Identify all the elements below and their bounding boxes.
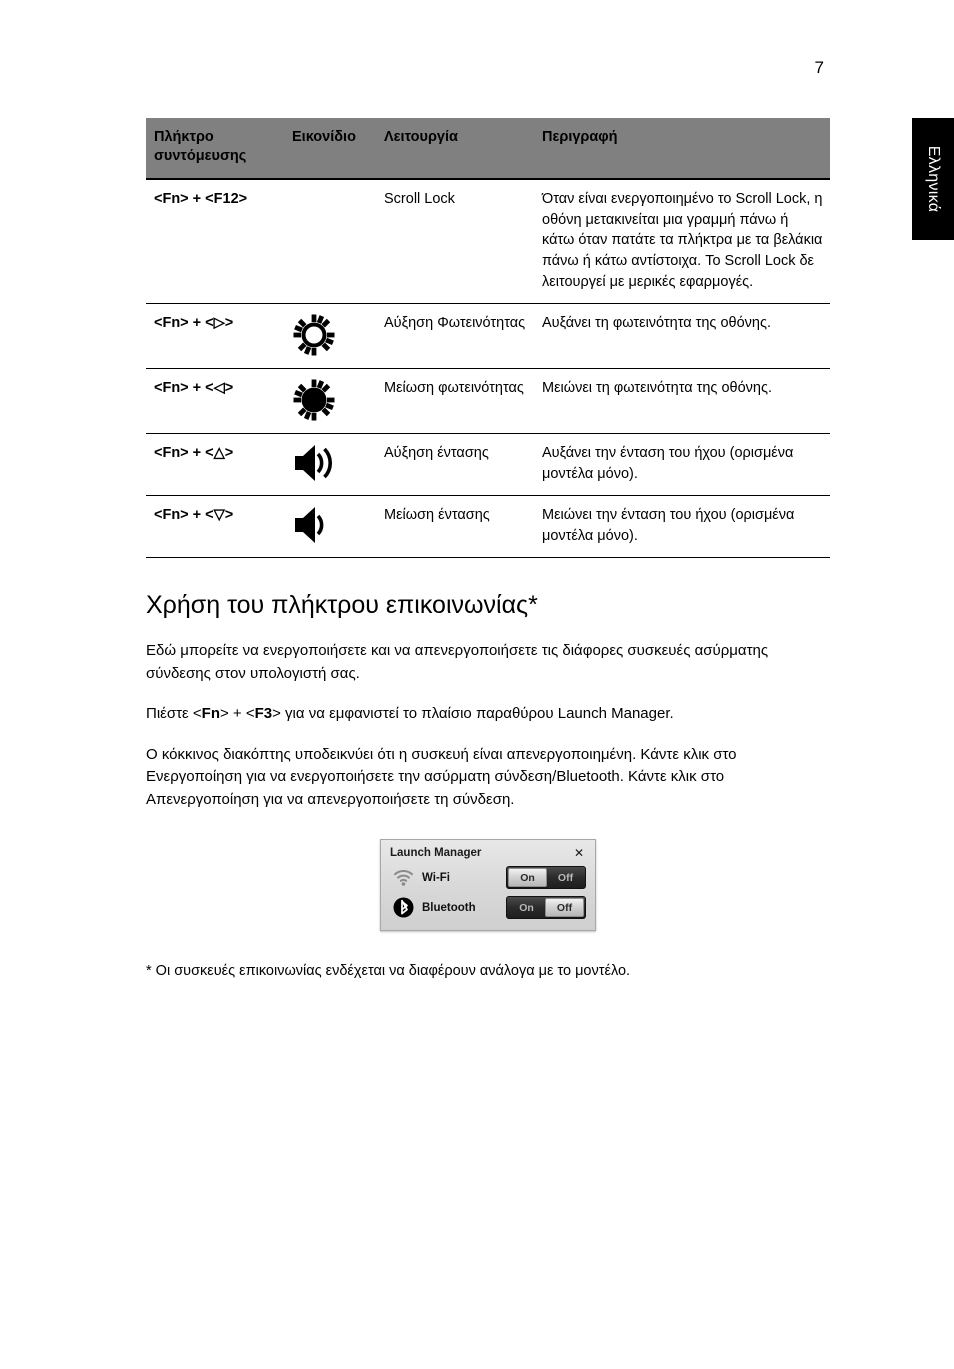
bluetooth-toggle[interactable]: On Off <box>506 896 586 920</box>
dialog-row-bluetooth: Bluetooth On Off <box>390 896 586 920</box>
cell-hotkey: <Fn> + <F12> <box>146 179 284 305</box>
paragraph-launch-manager: Πιέστε <Fn> + <F3> για να εμφανιστεί το … <box>146 703 830 726</box>
cell-description: Μειώνει την ένταση του ήχου (ορισμένα μο… <box>534 495 830 559</box>
table-row: <Fn> + <▷> Αύξηση Φωτεινότητας Αυξάνει τ… <box>146 303 830 370</box>
cell-description: Αυξάνει τη φωτεινότητα της οθόνης. <box>534 303 830 370</box>
table-header: Πλήκτρο συντόμευσης Εικονίδιο Λειτουργία… <box>146 118 830 180</box>
table-body: <Fn> + <F12> Scroll Lock Όταν είναι ενερ… <box>146 179 830 559</box>
dialog-row-wifi: Wi-Fi On Off <box>390 866 586 890</box>
paragraph-part-1: Πιέστε < <box>146 705 202 723</box>
paragraph-switch-usage: Ο κόκκινος διακόπτης υποδεικνύει ότι η σ… <box>146 745 737 808</box>
bluetooth-toggle-off[interactable]: Off <box>545 898 584 918</box>
wifi-icon <box>390 869 416 887</box>
volume-up-icon <box>295 445 332 482</box>
paragraph-part-2: > + < <box>219 705 255 723</box>
cell-icon-none <box>284 179 376 305</box>
cell-function: Αύξηση έντασης <box>376 433 534 497</box>
table-header-row: Πλήκτρο συντόμευσης Εικονίδιο Λειτουργία… <box>146 118 830 180</box>
language-tab-label: Ελληνικά <box>925 145 942 213</box>
paragraph-intro: Εδώ μπορείτε να ενεργοποιήσετε και να απ… <box>146 642 769 682</box>
wifi-toggle[interactable]: On Off <box>506 866 586 890</box>
cell-icon <box>284 303 376 370</box>
cell-icon <box>284 368 376 435</box>
cell-function: Αύξηση Φωτεινότητας <box>376 303 534 370</box>
footnote: * Οι συσκευές επικοινωνίας ενδέχεται να … <box>146 963 631 980</box>
table-row: <Fn> + <▽> Μείωση έντασης Μειώνει την έν… <box>146 495 830 559</box>
brightness-up-icon <box>293 314 335 356</box>
cell-function: Μείωση έντασης <box>376 495 534 559</box>
wifi-toggle-on[interactable]: On <box>508 868 547 888</box>
cell-icon <box>284 495 376 559</box>
brightness-down-icon <box>293 379 335 421</box>
dialog-label-wifi: Wi-Fi <box>422 871 450 884</box>
table-row: <Fn> + <△> Αύξηση έντασης Αυξάνει την έν… <box>146 433 830 497</box>
key-f3: F3 <box>254 705 273 723</box>
header-hotkey: Πλήκτρο συντόμευσης <box>146 118 284 180</box>
header-description: Περιγραφή <box>534 118 830 180</box>
cell-function: Μείωση φωτεινότητας <box>376 368 534 435</box>
table-row: <Fn> + <◁> Μείωση φωτεινότητας Μειώνει τ… <box>146 368 830 435</box>
page-number: 7 <box>814 58 824 77</box>
bluetooth-toggle-on[interactable]: On <box>508 898 545 917</box>
dialog-label-bluetooth: Bluetooth <box>422 901 476 914</box>
page-content: Πλήκτρο συντόμευσης Εικονίδιο Λειτουργία… <box>146 118 830 983</box>
dialog-title: Launch Manager <box>390 847 482 860</box>
bluetooth-icon <box>390 897 416 918</box>
paragraph-part-3: > για να εμφανιστεί το πλαίσιο παραθύρου… <box>272 705 674 723</box>
table-row: <Fn> + <F12> Scroll Lock Όταν είναι ενερ… <box>146 179 830 305</box>
cell-function: Scroll Lock <box>376 179 534 305</box>
dialog-titlebar: Launch Manager ✕ <box>390 847 586 859</box>
language-tab: Ελληνικά <box>912 118 954 240</box>
cell-hotkey: <Fn> + <▽> <box>146 495 284 559</box>
cell-hotkey: <Fn> + <▷> <box>146 303 284 370</box>
cell-hotkey: <Fn> + <△> <box>146 433 284 497</box>
cell-icon <box>284 433 376 497</box>
volume-down-icon <box>295 507 324 544</box>
header-function: Λειτουργία <box>376 118 534 180</box>
cell-description: Μειώνει τη φωτεινότητα της οθόνης. <box>534 368 830 435</box>
cell-description: Αυξάνει την ένταση του ήχου (ορισμένα μο… <box>534 433 830 497</box>
cell-hotkey: <Fn> + <◁> <box>146 368 284 435</box>
section-heading: Χρήση του πλήκτρου επικοινωνίας* <box>146 591 538 620</box>
cell-description: Όταν είναι ενεργοποιημένο το Scroll Lock… <box>534 179 830 305</box>
wifi-toggle-off[interactable]: Off <box>547 868 584 887</box>
shortcut-key-table: Πλήκτρο συντόμευσης Εικονίδιο Λειτουργία… <box>146 118 830 559</box>
launch-manager-dialog: Launch Manager ✕ Wi-Fi On Off Bluetooth … <box>380 839 596 932</box>
key-fn: Fn <box>201 705 220 723</box>
launch-manager-figure: Launch Manager ✕ Wi-Fi On Off Bluetooth … <box>146 839 830 932</box>
close-icon[interactable]: ✕ <box>572 847 586 859</box>
header-icon: Εικονίδιο <box>284 118 376 180</box>
